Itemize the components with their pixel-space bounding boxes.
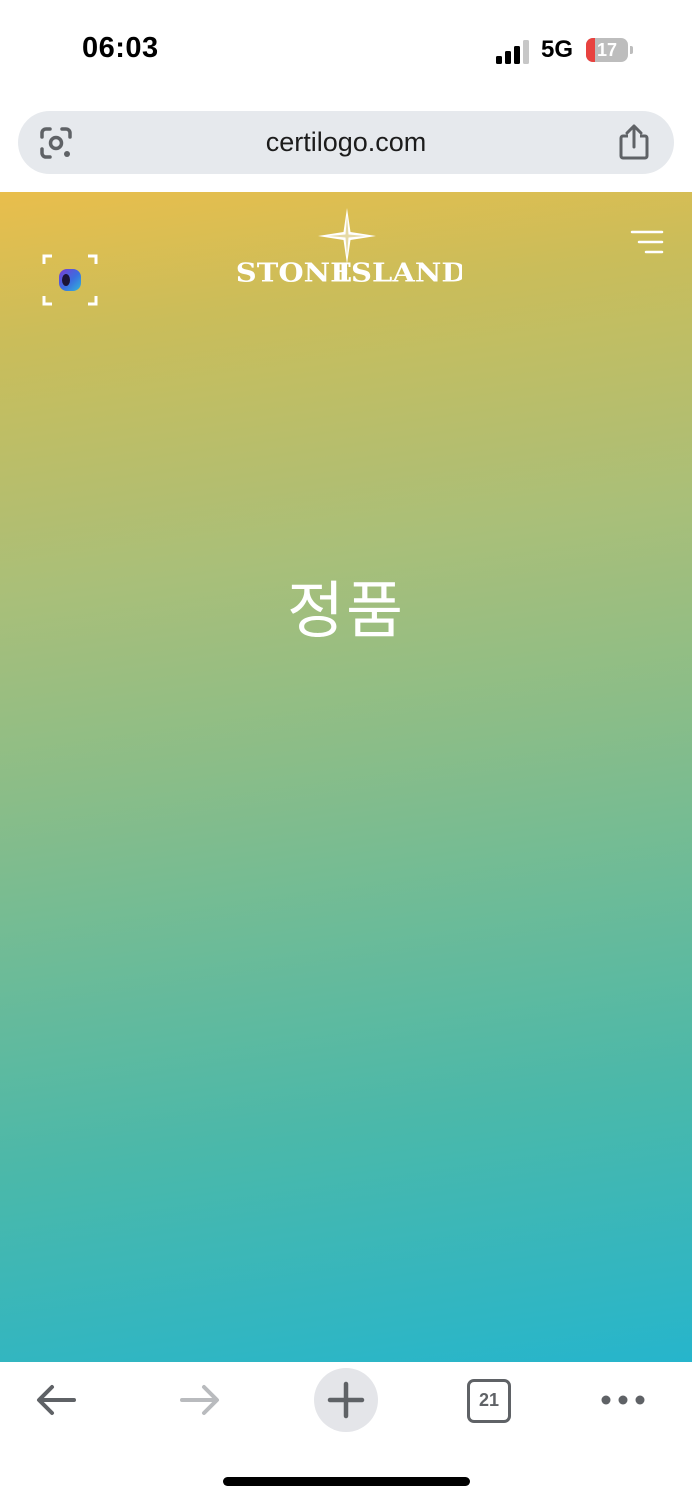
certificate-page: STONE ISLAND 정품 xyxy=(0,192,692,1362)
back-arrow-icon[interactable] xyxy=(34,1382,78,1418)
battery-level: 17 xyxy=(596,40,618,60)
battery-icon: 17 xyxy=(586,38,634,64)
url-text[interactable]: certilogo.com xyxy=(18,111,674,174)
hamburger-menu-icon[interactable] xyxy=(630,229,664,255)
more-dots-icon[interactable] xyxy=(600,1392,646,1408)
network-type: 5G xyxy=(541,36,574,63)
logo-word-island: ISLAND xyxy=(337,257,462,286)
address-bar[interactable]: certilogo.com xyxy=(18,111,674,174)
plus-icon xyxy=(327,1381,365,1419)
share-icon[interactable] xyxy=(616,123,652,161)
status-bar: 06:03 5G 17 xyxy=(0,0,692,100)
forward-arrow-icon[interactable] xyxy=(178,1382,222,1418)
stone-island-logo: STONE ISLAND xyxy=(236,208,462,286)
authenticity-status: 정품 xyxy=(286,577,406,646)
scan-icon[interactable] xyxy=(40,252,100,308)
new-tab-button[interactable] xyxy=(314,1368,378,1432)
google-lens-icon[interactable] xyxy=(38,125,74,161)
tab-switcher-icon[interactable]: 21 xyxy=(467,1379,511,1423)
signal-strength-icon xyxy=(496,40,529,64)
logo-word-stone: STONE xyxy=(236,257,352,286)
home-indicator xyxy=(223,1477,470,1486)
status-time: 06:03 xyxy=(82,32,159,64)
